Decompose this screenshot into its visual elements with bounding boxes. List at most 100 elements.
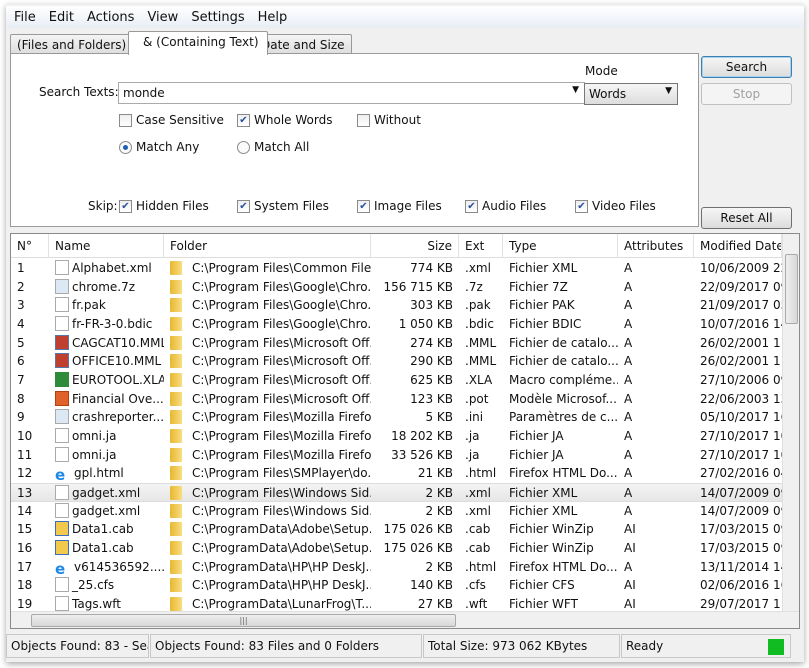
table-row[interactable]: 7 EUROTOOL.XLA C:\Program Files\Microsoft … (11, 371, 782, 390)
column-header-4[interactable]: Ext (459, 234, 503, 257)
cell-text: 274 KB (410, 335, 453, 350)
cell-text: A (624, 373, 633, 388)
scroll-thumb[interactable] (785, 254, 798, 324)
folder-icon (170, 578, 182, 593)
column-header-7[interactable]: Modified Date (694, 234, 782, 257)
cell-folder: C:\Program Files\Windows Sid... (164, 484, 371, 501)
tab-date-and-size[interactable]: Date and Size (254, 34, 352, 55)
cell-type: Fichier XML (503, 502, 618, 521)
table-row[interactable]: 12 e gpl.html C:\Program Files\SMPlayer\do.… (11, 464, 782, 483)
cell-text: C:\Program Files\Microsoft Off... (192, 354, 371, 369)
cell-ext: .ja (459, 446, 503, 465)
cell-text: gadget.xml (72, 503, 141, 518)
table-row[interactable]: 2 chrome.7z C:\Program Files\Google\Chro..… (11, 278, 782, 297)
skip-audio-files-checkbox[interactable]: ✔ Audio Files (465, 199, 546, 213)
menu-bar: File Edit Actions View Settings Help (6, 6, 804, 28)
horizontal-scrollbar[interactable]: ||| (11, 611, 799, 628)
cell-text: C:\Program Files\Mozilla Firefox\ (192, 429, 371, 444)
table-row[interactable]: 13 gadget.xml C:\Program Files\Windows Sid… (11, 483, 782, 502)
column-header-6[interactable]: Attributes (618, 234, 694, 257)
skip-hidden-files-checkbox[interactable]: ✔ Hidden Files (119, 199, 209, 213)
column-header-5[interactable]: Type (503, 234, 618, 257)
table-row[interactable]: 1 Alphabet.xml C:\Program Files\Common Fil… (11, 259, 782, 278)
tab-files-and-folders[interactable]: (Files and Folders) (10, 34, 134, 55)
scroll-thumb[interactable]: ||| (31, 614, 456, 627)
mode-select[interactable]: Words ▼ (584, 83, 678, 105)
cell-text: 11 (17, 447, 33, 462)
match-all-radio[interactable]: Match All (237, 140, 309, 154)
cell-text: crashreporter... (72, 410, 164, 425)
cell-name: _25.cfs (49, 576, 164, 595)
table-row[interactable]: 10 omni.ja C:\Program Files\Mozilla Firefo… (11, 427, 782, 446)
table-row[interactable]: 4 fr-FR-3-0.bdic C:\Program Files\Google\C… (11, 315, 782, 334)
stop-button[interactable]: Stop (701, 83, 792, 105)
table-row[interactable]: 15 Data1.cab C:\ProgramData\Adobe\Setup...… (11, 520, 782, 539)
menu-edit[interactable]: Edit (49, 10, 74, 25)
match-any-radio[interactable]: Match Any (119, 140, 199, 154)
skip-image-files-checkbox[interactable]: ✔ Image Files (357, 199, 442, 213)
tab-containing-text[interactable]: & (Containing Text) (128, 31, 268, 55)
case-sensitive-label: Case Sensitive (136, 113, 224, 127)
cell-size: 625 KB (371, 371, 459, 390)
vertical-scrollbar[interactable] (782, 234, 799, 612)
cell-text: Data1.cab (72, 541, 134, 556)
cell-text: 26/02/2001 11 (700, 354, 782, 369)
whole-words-checkbox[interactable]: ✔ Whole Words (237, 113, 332, 127)
without-checkbox[interactable]: Without (357, 113, 421, 127)
reset-all-button[interactable]: Reset All (701, 207, 792, 229)
case-sensitive-checkbox[interactable]: Case Sensitive (119, 113, 224, 127)
checkbox-checked-icon: ✔ (119, 199, 132, 213)
cell-size: 21 KB (371, 464, 459, 483)
menu-view[interactable]: View (147, 10, 178, 25)
table-row[interactable]: 17 e v614536592.... C:\ProgramData\HP\HP De… (11, 558, 782, 577)
cell-name: fr.pak (49, 296, 164, 315)
cell-text: Paramètres de c... (509, 410, 618, 425)
skip-label-text: Hidden Files (136, 199, 209, 213)
skip-video-files-checkbox[interactable]: ✔ Video Files (575, 199, 656, 213)
table-row[interactable]: 18 _25.cfs C:\ProgramData\HP\HP DeskJ... 14… (11, 576, 782, 595)
cell-text: 15 (17, 522, 33, 537)
cell-folder: C:\Program Files\Mozilla Firefox\ (164, 408, 371, 427)
file-doc-icon (55, 316, 69, 331)
table-row[interactable]: 9 crashreporter... C:\Program Files\Mozill… (11, 408, 782, 427)
menu-help[interactable]: Help (258, 10, 288, 25)
cell-text: Fichier BDIC (509, 317, 582, 331)
search-texts-input[interactable]: monde ▼ (118, 82, 585, 104)
results-table: N° Name Folder Size Ext Type Attributes Modifie… (10, 233, 800, 629)
table-row[interactable]: 11 omni.ja C:\Program Files\Mozilla Firefo… (11, 446, 782, 465)
cell-text: 14/07/2009 09 (700, 486, 782, 501)
menu-file[interactable]: File (14, 10, 36, 25)
cell-text: 7 (17, 373, 25, 388)
skip-system-files-checkbox[interactable]: ✔ System Files (237, 199, 329, 213)
folder-icon (170, 298, 182, 313)
cell-text: Alphabet.xml (72, 261, 152, 275)
table-row[interactable]: 6 OFFICE10.MML C:\Program Files\Microsoft … (11, 352, 782, 371)
column-header-3[interactable]: Size (371, 234, 459, 257)
menu-settings[interactable]: Settings (191, 10, 244, 25)
cell-text: A (624, 279, 633, 294)
file-img-icon (55, 353, 69, 369)
cell-text: 02/06/2016 16 (700, 578, 782, 593)
cell-name: gadget.xml (49, 502, 164, 521)
search-button[interactable]: Search (701, 56, 792, 78)
cell-size: 18 202 KB (371, 427, 459, 446)
menu-actions[interactable]: Actions (87, 10, 135, 25)
cell-text: Data1.cab (72, 522, 134, 537)
cell-type: Fichier de catalo... (503, 352, 618, 371)
column-header-1[interactable]: Name (49, 234, 164, 257)
table-row[interactable]: 5 CAGCAT10.MML C:\Program Files\Microsoft … (11, 334, 782, 353)
cell-folder: C:\Program Files\SMPlayer\do... (164, 464, 371, 483)
cell-text: Fichier 7Z (509, 279, 568, 294)
column-header-2[interactable]: Folder (164, 234, 371, 257)
column-header-0[interactable]: N° (11, 234, 49, 257)
file-doc-icon (55, 577, 69, 593)
cell-type: Fichier WinZip (503, 539, 618, 558)
table-row[interactable]: 16 Data1.cab C:\ProgramData\Adobe\Setup...… (11, 539, 782, 558)
table-row[interactable]: 8 Financial Ove... C:\Program Files\Micros… (11, 390, 782, 409)
table-row[interactable]: 3 fr.pak C:\Program Files\Google\Chro... 30… (11, 296, 782, 315)
cell-text: 2 (17, 279, 25, 294)
cell-size: 123 KB (371, 390, 459, 409)
dropdown-arrow-icon[interactable]: ▼ (572, 85, 579, 95)
folder-icon (170, 410, 182, 425)
table-row[interactable]: 14 gadget.xml C:\Program Files\Windows Sid… (11, 502, 782, 521)
